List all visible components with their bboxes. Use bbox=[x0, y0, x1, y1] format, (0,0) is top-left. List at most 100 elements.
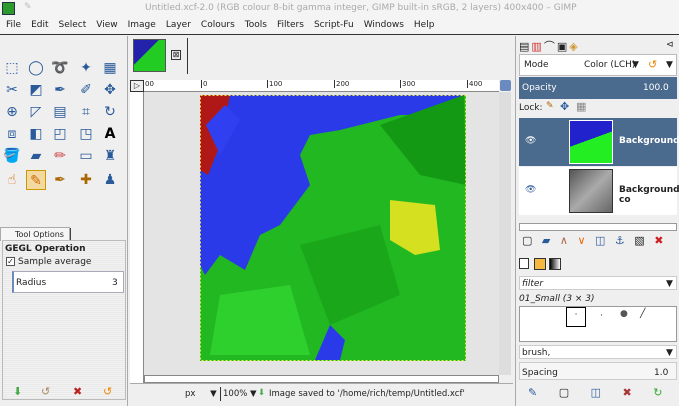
cage-icon[interactable]: ◰ bbox=[50, 124, 70, 144]
flip-icon[interactable]: ◧ bbox=[26, 124, 46, 144]
menu-tools[interactable]: Tools bbox=[239, 17, 271, 34]
lock-pixels-icon[interactable]: ✎ bbox=[546, 101, 554, 111]
clone-icon[interactable]: ♜ bbox=[100, 146, 120, 166]
tab-tool-options[interactable]: Tool Options bbox=[0, 227, 70, 241]
zoom-select[interactable]: 100% ▼ bbox=[220, 387, 259, 401]
fuzzy-select-icon[interactable]: ✦ bbox=[76, 58, 96, 78]
dodge-icon[interactable]: ♟ bbox=[100, 170, 120, 190]
eraser-icon[interactable]: ▭ bbox=[76, 146, 96, 166]
refresh-brushes-icon[interactable]: ↻ bbox=[653, 386, 662, 399]
move-icon[interactable]: ✥ bbox=[100, 80, 120, 100]
lock-alpha-icon[interactable]: ▦ bbox=[576, 100, 586, 113]
rotate-icon[interactable]: ↻ bbox=[100, 102, 120, 122]
opacity-slider[interactable]: Opacity 100.0 bbox=[519, 77, 677, 99]
new-layer-icon[interactable]: ▢ bbox=[522, 234, 532, 247]
menu-layer[interactable]: Layer bbox=[160, 17, 195, 34]
foreground-select-icon[interactable]: ◩ bbox=[26, 80, 46, 100]
layers-hscrollbar[interactable] bbox=[519, 223, 677, 231]
heal-icon[interactable]: ✚ bbox=[76, 170, 96, 190]
restore-options-icon[interactable]: ↺ bbox=[41, 385, 50, 398]
dock-menu-icon[interactable]: ⊲ bbox=[666, 40, 674, 50]
perspective-icon[interactable]: ⧈ bbox=[2, 124, 22, 144]
delete-layer-icon[interactable]: ✖ bbox=[654, 234, 663, 247]
color-select-icon[interactable]: ▦ bbox=[100, 58, 120, 78]
ellipse-select-icon[interactable]: ◯ bbox=[26, 58, 46, 78]
duplicate-layer-icon[interactable]: ◫ bbox=[595, 234, 605, 247]
lasso-icon[interactable]: ➰ bbox=[50, 58, 70, 78]
unit-select[interactable]: px ▼ bbox=[185, 389, 217, 399]
duplicate-brush-icon[interactable]: ◫ bbox=[591, 386, 601, 399]
menu-view[interactable]: View bbox=[90, 17, 121, 34]
sample-average-checkbox[interactable]: ✓ bbox=[6, 257, 15, 266]
zoom-image-icon[interactable] bbox=[500, 80, 511, 91]
reset-mode-icon[interactable]: ↺ bbox=[648, 58, 657, 71]
warp-icon[interactable]: ◳ bbox=[76, 124, 96, 144]
text-icon[interactable]: A bbox=[100, 124, 120, 144]
layer-name[interactable]: Background co bbox=[619, 185, 679, 205]
canvas-image[interactable] bbox=[200, 95, 466, 361]
menu-select[interactable]: Select bbox=[53, 17, 91, 34]
palettes-tab-icon[interactable]: ◈ bbox=[569, 40, 579, 53]
menu-edit[interactable]: Edit bbox=[25, 17, 52, 34]
channels-tab-icon[interactable]: ▥ bbox=[531, 40, 543, 53]
canvas-viewport[interactable] bbox=[144, 92, 499, 375]
raise-layer-icon[interactable]: ∧ bbox=[560, 234, 568, 247]
spacing-slider[interactable]: Spacing 1.0 bbox=[519, 362, 677, 380]
layer-row[interactable]: 👁 Background bbox=[519, 118, 679, 166]
merge-icon[interactable]: ▧ bbox=[634, 234, 644, 247]
save-options-icon[interactable]: ⬇ bbox=[13, 385, 22, 398]
rect-select-icon[interactable]: ⬚ bbox=[2, 58, 22, 78]
menu-colours[interactable]: Colours bbox=[195, 17, 239, 34]
lock-position-icon[interactable]: ✥ bbox=[560, 100, 569, 113]
color-picker-icon[interactable]: ✐ bbox=[76, 80, 96, 100]
brush-item[interactable]: ● bbox=[620, 309, 628, 319]
brush-item[interactable]: ╱ bbox=[640, 309, 645, 319]
pin-icon[interactable]: ✎ bbox=[24, 2, 32, 12]
bucket-fill-icon[interactable]: 🪣 bbox=[2, 146, 22, 166]
crop-icon[interactable]: ⌗ bbox=[76, 102, 96, 122]
menu-image[interactable]: Image bbox=[122, 17, 160, 34]
lower-layer-icon[interactable]: ∨ bbox=[577, 234, 585, 247]
delete-options-icon[interactable]: ✖ bbox=[73, 385, 82, 398]
new-brush-icon[interactable]: ▢ bbox=[559, 386, 569, 399]
edit-brush-icon[interactable]: ✎ bbox=[528, 386, 537, 399]
layer-row[interactable]: 👁 Background co bbox=[519, 167, 679, 215]
mode-select[interactable]: Mode Color (LCH) ▼ ↺ ▼ bbox=[519, 54, 677, 76]
layer-name[interactable]: Background bbox=[619, 136, 679, 146]
patterns-tab-icon[interactable] bbox=[534, 258, 546, 270]
smudge-icon[interactable]: ☝ bbox=[2, 170, 22, 190]
brush-filter-input[interactable]: filter ▼ bbox=[519, 276, 677, 290]
brush-tag-input[interactable]: brush, ▼ bbox=[519, 345, 677, 359]
ink-icon[interactable]: ✒ bbox=[50, 170, 70, 190]
align-icon[interactable]: ▤ bbox=[50, 102, 70, 122]
menu-script-fu[interactable]: Script-Fu bbox=[308, 17, 358, 34]
menu-windows[interactable]: Windows bbox=[358, 17, 408, 34]
layers-tab-icon[interactable]: ▤ bbox=[519, 40, 531, 53]
visibility-eye-icon[interactable]: 👁 bbox=[525, 136, 536, 146]
horizontal-scrollbar[interactable] bbox=[144, 375, 499, 383]
measure-icon[interactable]: ◸ bbox=[26, 102, 46, 122]
quick-mask-menu-icon[interactable]: ▷ bbox=[130, 80, 144, 92]
brush-grid[interactable]: · · ● ╱ bbox=[519, 306, 677, 342]
paths-icon[interactable]: ✒ bbox=[50, 80, 70, 100]
zoom-icon[interactable]: ⊕ bbox=[2, 102, 22, 122]
colormap-tab-icon[interactable]: ▣ bbox=[557, 40, 569, 53]
visibility-eye-icon[interactable]: 👁 bbox=[525, 185, 536, 195]
paths-tab-icon[interactable]: ⌒ bbox=[544, 40, 557, 53]
image-tab-thumbnail[interactable] bbox=[133, 39, 166, 72]
menu-help[interactable]: Help bbox=[408, 17, 439, 34]
new-group-icon[interactable]: ▰ bbox=[542, 234, 550, 247]
close-image-icon[interactable]: ⊠ bbox=[171, 50, 181, 60]
anchor-icon[interactable]: ⚓ bbox=[615, 234, 625, 247]
paintbrush-icon[interactable]: ✎ bbox=[26, 170, 46, 190]
brushes-tab-icon[interactable] bbox=[519, 258, 529, 269]
gradient-icon[interactable]: ▰ bbox=[26, 146, 46, 166]
delete-brush-icon[interactable]: ✖ bbox=[623, 386, 632, 399]
scissors-icon[interactable]: ✂ bbox=[2, 80, 22, 100]
vertical-scrollbar[interactable] bbox=[499, 92, 511, 375]
menu-file[interactable]: File bbox=[0, 17, 25, 34]
gradients-tab-icon[interactable] bbox=[549, 258, 561, 270]
brush-item[interactable]: · bbox=[600, 311, 603, 321]
menu-filters[interactable]: Filters bbox=[271, 17, 308, 34]
radius-spinner[interactable]: Radius 3 bbox=[12, 271, 124, 293]
